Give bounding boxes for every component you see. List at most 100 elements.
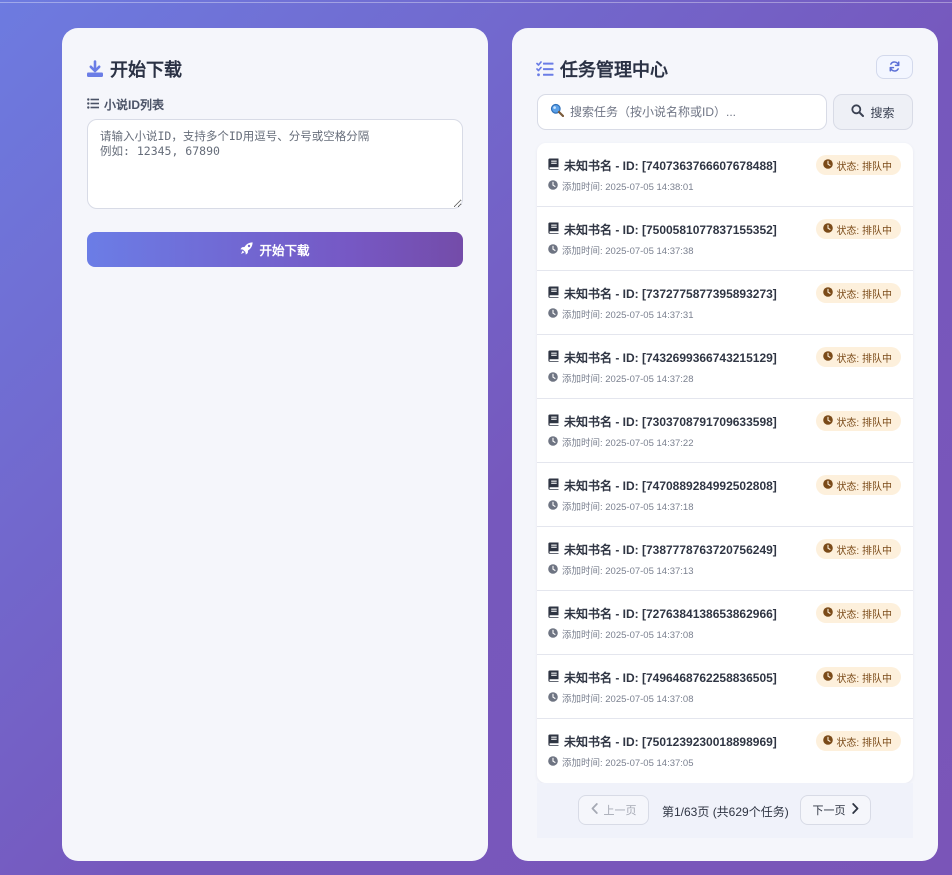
task-item[interactable]: 未知书名 - ID: [7432699366743215129] 添加时间: 2…: [537, 335, 913, 399]
clock-icon: [823, 542, 834, 556]
task-item[interactable]: 未知书名 - ID: [7470889284992502808] 添加时间: 2…: [537, 463, 913, 527]
chevron-right-icon: [851, 803, 859, 817]
start-download-button[interactable]: 开始下载: [87, 232, 463, 267]
clock-icon: [823, 222, 834, 236]
clock-icon: [823, 606, 834, 620]
clock-icon: [823, 286, 834, 300]
start-download-label: 开始下载: [259, 244, 310, 258]
task-title: 未知书名 - ID: [7372775877395893273]: [548, 285, 777, 302]
book-icon: [548, 414, 559, 429]
task-time-text: 添加时间: 2025-07-05 14:37:13: [562, 566, 694, 577]
clock-icon: [548, 499, 558, 513]
status-badge: 状态: 排队中: [816, 603, 901, 623]
task-item[interactable]: 未知书名 - ID: [7276384138653862966] 添加时间: 2…: [537, 591, 913, 655]
refresh-icon: [889, 60, 900, 75]
status-badge: 状态: 排队中: [816, 347, 901, 367]
clock-icon: [548, 179, 558, 193]
book-icon: [548, 670, 559, 685]
task-title: 未知书名 - ID: [7496468762258836505]: [548, 669, 777, 686]
task-title-text: 未知书名 - ID: [7372775877395893273]: [564, 287, 777, 301]
status-text: 状态: 排队中: [836, 161, 892, 173]
task-time: 添加时间: 2025-07-05 14:37:08: [548, 627, 694, 641]
status-text: 状态: 排队中: [836, 225, 892, 237]
search-input[interactable]: [570, 105, 826, 119]
clock-icon: [548, 691, 558, 705]
ids-label: 小说ID列表: [87, 96, 164, 113]
download-panel-title: 开始下载: [110, 60, 182, 80]
clock-icon: [548, 435, 558, 449]
download-icon: [86, 60, 104, 78]
task-item[interactable]: 未知书名 - ID: [7496468762258836505] 添加时间: 2…: [537, 655, 913, 719]
search-button[interactable]: 搜索: [833, 94, 913, 130]
status-badge: 状态: 排队中: [816, 155, 901, 175]
task-title: 未知书名 - ID: [7501239230018898969]: [548, 733, 777, 750]
clock-icon: [823, 158, 834, 172]
rocket-icon: [240, 241, 254, 258]
search-box: [537, 94, 827, 130]
book-icon: [548, 222, 559, 237]
book-icon: [548, 286, 559, 301]
task-time-text: 添加时间: 2025-07-05 14:37:28: [562, 374, 694, 385]
task-time-text: 添加时间: 2025-07-05 14:37:08: [562, 694, 694, 705]
task-item[interactable]: 未知书名 - ID: [7501239230018898969] 添加时间: 2…: [537, 719, 913, 783]
task-title: 未知书名 - ID: [7432699366743215129]: [548, 349, 777, 366]
task-list: 未知书名 - ID: [7407363766607678488] 添加时间: 2…: [537, 143, 913, 783]
task-title-text: 未知书名 - ID: [7496468762258836505]: [564, 671, 777, 685]
clock-icon: [823, 734, 834, 748]
task-panel: 任务管理中心 搜索任务（按小说名称或ID）... 搜索 未知书名 - ID: […: [512, 28, 938, 861]
task-title-text: 未知书名 - ID: [7387778763720756249]: [564, 543, 777, 557]
status-badge: 状态: 排队中: [816, 731, 901, 751]
book-icon: [548, 158, 559, 173]
task-time-text: 添加时间: 2025-07-05 14:38:01: [562, 182, 694, 193]
task-title-text: 未知书名 - ID: [7501239230018898969]: [564, 735, 777, 749]
novel-ids-input[interactable]: [87, 119, 463, 209]
status-text: 状态: 排队中: [836, 289, 892, 301]
task-title: 未知书名 - ID: [7470889284992502808]: [548, 477, 777, 494]
task-title-text: 未知书名 - ID: [7470889284992502808]: [564, 479, 777, 493]
status-text: 状态: 排队中: [836, 545, 892, 557]
status-badge: 状态: 排队中: [816, 475, 901, 495]
next-page-button[interactable]: 下一页: [800, 795, 871, 825]
task-time: 添加时间: 2025-07-05 14:37:18: [548, 499, 694, 513]
book-icon: [548, 606, 559, 621]
task-time-text: 添加时间: 2025-07-05 14:37:05: [562, 758, 694, 769]
status-text: 状态: 排队中: [836, 609, 892, 621]
clock-icon: [548, 755, 558, 769]
task-panel-header: 任务管理中心: [536, 56, 668, 82]
task-title: 未知书名 - ID: [7500581077837155352]: [548, 221, 777, 238]
status-badge: 状态: 排队中: [816, 667, 901, 687]
ids-label-text: 小说ID列表: [104, 98, 165, 112]
download-panel: 开始下载 小说ID列表 开始下载: [62, 28, 488, 861]
status-text: 状态: 排队中: [836, 481, 892, 493]
task-title-text: 未知书名 - ID: [7432699366743215129]: [564, 351, 777, 365]
status-text: 状态: 排队中: [836, 673, 892, 685]
task-title: 未知书名 - ID: [7407363766607678488]: [548, 157, 777, 174]
task-time-text: 添加时间: 2025-07-05 14:37:31: [562, 310, 694, 321]
clock-icon: [823, 414, 834, 428]
task-item[interactable]: 未知书名 - ID: [7387778763720756249] 添加时间: 2…: [537, 527, 913, 591]
task-item[interactable]: 未知书名 - ID: [7500581077837155352] 添加时间: 2…: [537, 207, 913, 271]
task-panel-title: 任务管理中心: [560, 60, 668, 80]
book-icon: [548, 350, 559, 365]
refresh-button[interactable]: [876, 55, 913, 79]
prev-page-button[interactable]: 上一页: [578, 795, 649, 825]
list-icon: [87, 97, 99, 112]
search-button-label: 搜索: [870, 105, 895, 120]
task-title-text: 未知书名 - ID: [7276384138653862966]: [564, 607, 777, 621]
task-item[interactable]: 未知书名 - ID: [7372775877395893273] 添加时间: 2…: [537, 271, 913, 335]
task-time: 添加时间: 2025-07-05 14:37:22: [548, 435, 694, 449]
task-title-text: 未知书名 - ID: [7500581077837155352]: [564, 223, 777, 237]
magnifier-icon: [550, 103, 565, 122]
clock-icon: [548, 371, 558, 385]
book-icon: [548, 478, 559, 493]
task-time-text: 添加时间: 2025-07-05 14:37:38: [562, 246, 694, 257]
task-item[interactable]: 未知书名 - ID: [7303708791709633598] 添加时间: 2…: [537, 399, 913, 463]
task-item[interactable]: 未知书名 - ID: [7407363766607678488] 添加时间: 2…: [537, 143, 913, 207]
task-time: 添加时间: 2025-07-05 14:37:13: [548, 563, 694, 577]
task-time-text: 添加时间: 2025-07-05 14:37:08: [562, 630, 694, 641]
task-title-text: 未知书名 - ID: [7303708791709633598]: [564, 415, 777, 429]
task-time: 添加时间: 2025-07-05 14:38:01: [548, 179, 694, 193]
clock-icon: [548, 563, 558, 577]
search-icon: [851, 104, 865, 120]
clock-icon: [823, 478, 834, 492]
